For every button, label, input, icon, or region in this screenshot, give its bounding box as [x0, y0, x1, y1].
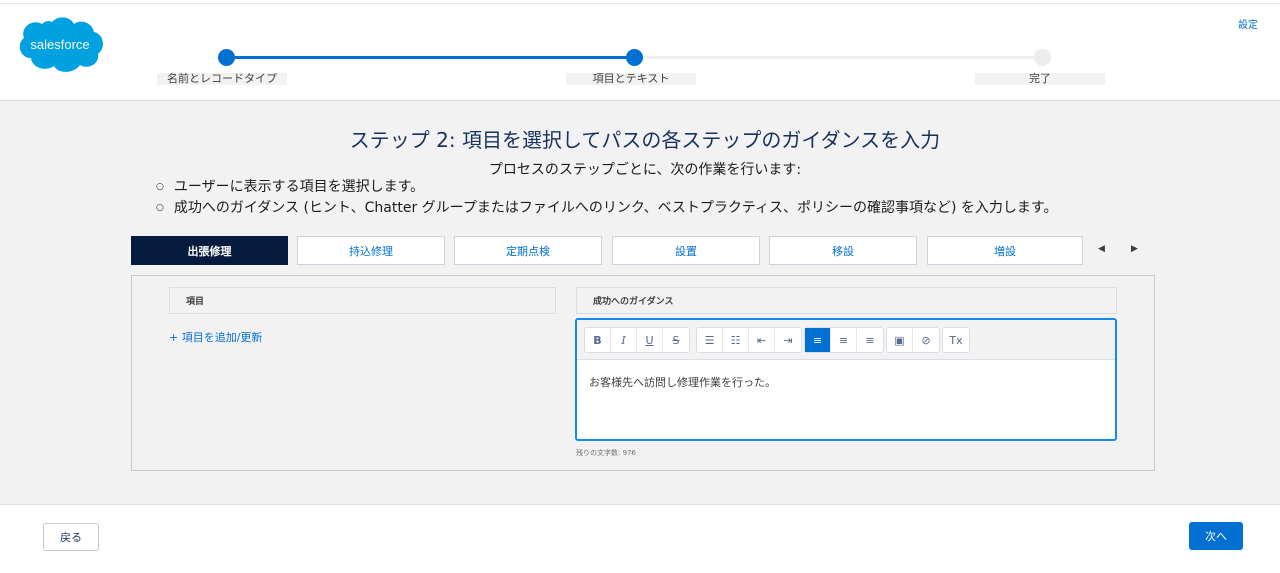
tab-carry-in-repair[interactable]: 持込修理: [297, 236, 445, 265]
logo-text: salesforce: [30, 37, 89, 52]
align-center-icon[interactable]: ≡: [831, 328, 857, 352]
clear-format-icon[interactable]: Tx: [943, 328, 969, 352]
progress-line-pending: [634, 56, 1042, 59]
page-subtitle: プロセスのステップごとに、次の作業を行います:: [488, 162, 802, 178]
italic-button[interactable]: I: [611, 328, 637, 352]
page-title: ステップ 2: 項目を選択してパスの各ステップのガイダンスを入力: [349, 128, 941, 152]
strikethrough-button[interactable]: S: [663, 328, 689, 352]
numbered-list-icon[interactable]: ☷: [723, 328, 749, 352]
format-group: B I U S: [584, 327, 690, 353]
tab-expansion[interactable]: 増設: [927, 236, 1083, 265]
step-1-dot: [218, 49, 235, 66]
insert-group: ▣ ⊘: [886, 327, 940, 353]
tab-installation[interactable]: 設置: [612, 236, 760, 265]
list-group: ☰ ☷ ⇤ ⇥: [696, 327, 802, 353]
editor-toolbar: B I U S ☰ ☷ ⇤ ⇥ ≡ ≡ ≡ ▣ ⊘ Tx: [577, 320, 1115, 360]
instruction-item: ユーザーに表示する項目を選択します。: [156, 178, 1058, 199]
salesforce-logo: salesforce: [19, 17, 103, 72]
outdent-icon[interactable]: ⇤: [749, 328, 775, 352]
tab-onsite-repair[interactable]: 出張修理: [131, 236, 288, 265]
remaining-char-count: 残りの文字数: 976: [576, 449, 636, 457]
fields-header: 項目: [169, 287, 556, 314]
guidance-text[interactable]: お客様先へ訪問し修理作業を行った。: [589, 374, 776, 390]
add-update-fields-link[interactable]: + 項目を追加/更新: [169, 329, 262, 345]
next-button[interactable]: 次へ: [1189, 522, 1243, 550]
guidance-rich-text-editor[interactable]: B I U S ☰ ☷ ⇤ ⇥ ≡ ≡ ≡ ▣ ⊘ Tx お客様先へ訪問し修理作…: [575, 318, 1117, 441]
bold-button[interactable]: B: [585, 328, 611, 352]
instructions-list: ユーザーに表示する項目を選択します。 成功へのガイダンス (ヒント、Chatte…: [156, 178, 1058, 220]
align-right-icon[interactable]: ≡: [857, 328, 883, 352]
step-2-dot: [626, 49, 643, 66]
instruction-item: 成功へのガイダンス (ヒント、Chatter グループまたはファイルへのリンク、…: [156, 199, 1058, 220]
progress-line-complete: [226, 56, 634, 59]
step-1-label: 名前とレコードタイプ: [157, 73, 287, 85]
underline-button[interactable]: U: [637, 328, 663, 352]
tab-relocation[interactable]: 移設: [769, 236, 917, 265]
settings-link[interactable]: 設定: [1238, 16, 1258, 31]
guidance-header: 成功へのガイダンス: [576, 287, 1117, 314]
step-3-dot: [1034, 49, 1051, 66]
clear-group: Tx: [942, 327, 970, 353]
indent-icon[interactable]: ⇥: [775, 328, 801, 352]
image-icon[interactable]: ▣: [887, 328, 913, 352]
back-button[interactable]: 戻る: [43, 523, 99, 551]
align-group: ≡ ≡ ≡: [804, 327, 884, 353]
step-2-label: 項目とテキスト: [566, 73, 696, 85]
align-left-icon[interactable]: ≡: [805, 328, 831, 352]
link-icon[interactable]: ⊘: [913, 328, 939, 352]
tab-periodic-inspection[interactable]: 定期点検: [454, 236, 602, 265]
bullet-list-icon[interactable]: ☰: [697, 328, 723, 352]
tab-next-arrow-icon[interactable]: ▶: [1131, 244, 1138, 254]
tab-prev-arrow-icon[interactable]: ◀: [1098, 244, 1105, 254]
step-3-label: 完了: [975, 73, 1105, 85]
